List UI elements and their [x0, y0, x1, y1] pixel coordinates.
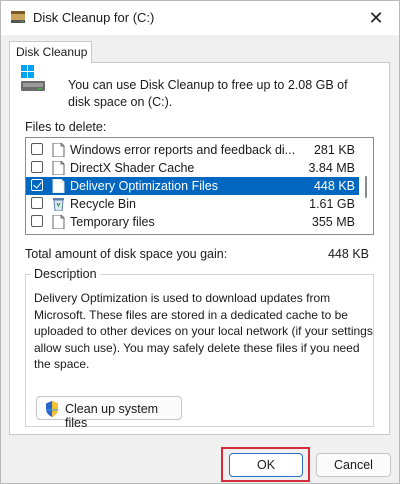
ok-button[interactable]: OK: [229, 453, 303, 477]
checkbox[interactable]: [31, 143, 43, 155]
intro-text: You can use Disk Cleanup to free up to 2…: [68, 78, 348, 109]
close-icon: ✕: [368, 7, 384, 28]
file-icon: [52, 178, 65, 194]
file-icon: [52, 160, 65, 176]
recycle-bin-icon: [52, 197, 65, 212]
disk-cleanup-dialog: Disk Cleanup for (C:) ✕ Disk Cleanup You…: [0, 0, 400, 484]
item-name: Recycle Bin: [70, 197, 136, 211]
windows-drive-icon: [21, 65, 45, 93]
checkbox[interactable]: [31, 197, 43, 209]
clean-up-system-files-label: Clean up system files: [65, 402, 159, 430]
window-title: Disk Cleanup for (C:): [33, 10, 155, 25]
checkbox[interactable]: [31, 215, 43, 227]
item-size: 355 MB: [311, 215, 355, 229]
list-item[interactable]: Windows error reports and feedback di...…: [26, 141, 359, 159]
list-item[interactable]: DirectX Shader Cache 3.84 MB: [26, 159, 359, 177]
description-text: Delivery Optimization is used to downloa…: [34, 291, 373, 371]
files-to-delete-label: Files to delete:: [25, 120, 107, 134]
file-icon: [52, 214, 65, 230]
item-name: Delivery Optimization Files: [70, 179, 218, 193]
uac-shield-icon: [45, 401, 59, 417]
file-icon: [52, 142, 65, 158]
total-space-value: 448 KB: [327, 247, 369, 261]
description-legend: Description: [31, 267, 100, 281]
cancel-button[interactable]: Cancel: [316, 453, 391, 477]
checkbox[interactable]: [31, 161, 43, 173]
files-list[interactable]: Windows error reports and feedback di...…: [25, 137, 374, 235]
close-button[interactable]: ✕: [353, 1, 399, 35]
disk-cleanup-app-icon: [10, 10, 26, 24]
list-item-selected[interactable]: Delivery Optimization Files 448 KB: [26, 177, 359, 195]
item-size: 1.61 GB: [309, 197, 355, 211]
tab-disk-cleanup[interactable]: Disk Cleanup: [9, 41, 92, 63]
title-bar: Disk Cleanup for (C:) ✕: [1, 1, 399, 35]
list-scrollbar[interactable]: [359, 138, 373, 234]
scrollbar-thumb[interactable]: [365, 176, 367, 198]
item-name: DirectX Shader Cache: [70, 161, 195, 175]
item-size: 281 KB: [313, 143, 355, 157]
item-size: 448 KB: [313, 179, 355, 193]
list-item[interactable]: Temporary files 355 MB: [26, 213, 359, 231]
item-size: 3.84 MB: [308, 161, 355, 175]
list-item[interactable]: Recycle Bin 1.61 GB: [26, 195, 359, 213]
total-space-label: Total amount of disk space you gain:: [25, 247, 228, 261]
checkbox-checked[interactable]: [31, 179, 43, 191]
item-name: Windows error reports and feedback di...: [70, 143, 296, 157]
item-name: Temporary files: [70, 215, 155, 229]
clean-up-system-files-button[interactable]: Clean up system files: [36, 396, 182, 430]
